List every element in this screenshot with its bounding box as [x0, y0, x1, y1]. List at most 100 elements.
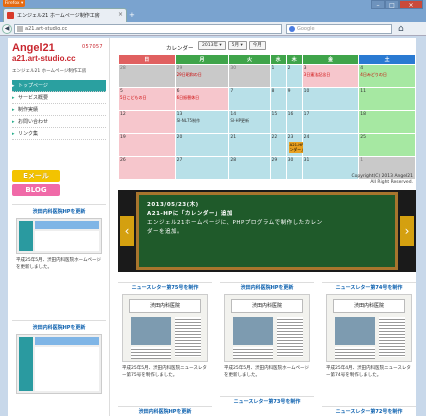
calendar-day[interactable]: 13 SI-NL75制作 [175, 111, 229, 133]
calendar-day[interactable]: 15 [270, 111, 286, 133]
slide-prev-button[interactable]: ‹ [120, 216, 134, 246]
newsletter-thumbnail[interactable]: 渋田内科医院 [326, 294, 412, 362]
close-tab-icon[interactable]: × [118, 11, 123, 18]
card-thumbnail[interactable] [16, 334, 102, 394]
new-tab-button[interactable]: + [129, 11, 135, 19]
slide-next-button[interactable]: › [400, 216, 414, 246]
menu-item-services[interactable]: サービス概要 [12, 92, 106, 104]
year-select[interactable]: 2013年 ▾ [198, 41, 226, 50]
menu-item-top[interactable]: トップページ [12, 80, 106, 92]
news-heading[interactable]: ニュースレター第72号を制作 [322, 406, 416, 416]
card-thumbnail[interactable] [16, 218, 102, 254]
calendar-day[interactable]: 18 [359, 111, 415, 133]
news-card[interactable]: ニュースレター第72号を制作 [322, 406, 416, 416]
calendar-day[interactable]: 29 29日昭和の日 [175, 65, 229, 87]
news-card[interactable]: 渋田内科医院HPを更新 [118, 406, 212, 416]
home-icon[interactable]: ⌂ [398, 24, 404, 34]
browser-tab[interactable]: エンジェル21 ホームページ制作工房 × [3, 8, 127, 22]
weekday-header: 日 [119, 55, 175, 64]
news-heading[interactable]: ニュースレター第73号を制作 [220, 396, 314, 406]
calendar-day[interactable]: 14 SI-HP更新 [229, 111, 270, 133]
day-number: 1 [360, 158, 364, 163]
calendar-day[interactable]: 12 [119, 111, 175, 133]
back-button[interactable]: ◀ [2, 24, 12, 34]
calendar-day[interactable]: 28 [229, 157, 270, 179]
this-month-button[interactable]: 今月 [248, 41, 266, 50]
news-heading[interactable]: 渋田内科医院HPを更新 [220, 282, 314, 292]
email-button[interactable]: Eメール [12, 170, 60, 182]
site-logo[interactable]: Angel21 [12, 42, 55, 54]
minimize-button[interactable]: – [371, 0, 385, 9]
day-number: 28 [230, 158, 237, 163]
calendar-day[interactable]: 20 [175, 134, 229, 156]
calendar-day[interactable]: 8 [270, 88, 286, 110]
slide-chalkboard[interactable]: 2013/05/23(木) A21-HPに「カレンダー」追加 エンジェル21ホー… [136, 192, 398, 270]
calendar-day[interactable]: 4 4日みどりの日 [359, 65, 415, 87]
site-tagline: エンジェル21 ホームページ制作工房 [12, 69, 87, 74]
calendar-day[interactable]: 22 [270, 134, 286, 156]
news-card[interactable]: ニュースレター第73号を制作 [220, 396, 314, 406]
calendar-day[interactable]: 21 [229, 134, 270, 156]
favicon-icon [7, 12, 14, 19]
blog-button[interactable]: BLOG [12, 184, 60, 196]
news-card[interactable]: ニュースレター第74号を制作 渋田内科医院 平成25年4月、渋田内科医院ニュース… [322, 282, 416, 382]
calendar-controls: 2013年 ▾ 5月 ▾ 今月 [198, 41, 266, 50]
search-placeholder: Google [297, 26, 315, 32]
calendar-day[interactable]: 29 [270, 157, 286, 179]
calendar-day[interactable]: 16 [286, 111, 302, 133]
firefox-menu-button[interactable]: Firefox ▾ [3, 0, 25, 7]
calendar-day[interactable]: 2 [286, 65, 302, 87]
calendar-day[interactable]: 23A21-HPに「カレンダー」追加 [286, 134, 323, 156]
calendar-day[interactable]: 17 [302, 111, 359, 133]
calendar-day[interactable]: 26 [119, 157, 175, 179]
calendar-day[interactable]: 9 [286, 88, 302, 110]
search-bar[interactable]: Google [286, 24, 392, 34]
close-window-button[interactable]: × [399, 0, 423, 9]
news-card[interactable]: ニュースレター第75号を制作 渋田内科医院 平成25年5月、渋田内科医院ニュース… [118, 282, 212, 382]
calendar-day[interactable]: 7 [229, 88, 270, 110]
menu-item-contact[interactable]: お問い合わせ [12, 116, 106, 128]
newsletter-thumbnail[interactable]: 渋田内科医院 [224, 294, 310, 362]
menu-item-links[interactable]: リンク集 [12, 128, 106, 140]
calendar-day[interactable]: 3 3日憲法記念日 [302, 65, 359, 87]
calendar-day[interactable]: 24 [302, 134, 359, 156]
newsletter-thumbnail[interactable]: 渋田内科医院 [122, 294, 208, 362]
maximize-button[interactable]: □ [385, 0, 399, 9]
news-slideshow: ‹ 2013/05/23(木) A21-HPに「カレンダー」追加 エンジェル21… [118, 190, 416, 272]
calendar-day[interactable]: 6 6日振替休日 [175, 88, 229, 110]
left-news-card[interactable]: 渋田内科医院HPを更新 平成25年5月、渋田内科医院ホームページを更新しました。 [12, 204, 106, 274]
calendar-day[interactable]: 10 [302, 88, 359, 110]
weekday-header: 土 [359, 55, 415, 64]
day-number: 4 [360, 66, 364, 71]
news-text: 平成25年4月、渋田内科医院ニュースレター第74号を制作しました。 [326, 366, 411, 378]
calendar-day[interactable]: 5 5日こどもの日 [119, 88, 175, 110]
calendar-day[interactable]: 1 [270, 65, 286, 87]
month-select[interactable]: 5月 ▾ [227, 41, 247, 50]
calendar-day[interactable]: 30 [229, 65, 270, 87]
menu-item-works[interactable]: 制作実績 [12, 104, 106, 116]
calendar-day[interactable]: 11 [359, 88, 415, 110]
day-number: 29 [271, 158, 278, 163]
day-number: 16 [287, 112, 294, 117]
calendar-day[interactable]: 28 [119, 65, 175, 87]
calendar-day[interactable]: 25 [359, 134, 415, 156]
calendar-day[interactable]: 30 [286, 157, 302, 179]
day-number: 20 [176, 135, 183, 140]
calendar-day[interactable]: 27 [175, 157, 229, 179]
slide-title: A21-HPに「カレンダー」追加 [147, 211, 233, 217]
address-bar[interactable]: a21.art-studio.cc [14, 24, 282, 34]
slide-date: 2013/05/23(木) [147, 202, 199, 208]
calendar-day[interactable]: 19 [119, 134, 175, 156]
card-heading[interactable]: 渋田内科医院HPを更新 [12, 321, 106, 334]
news-heading[interactable]: ニュースレター第75号を制作 [118, 282, 212, 292]
news-heading[interactable]: 渋田内科医院HPを更新 [118, 406, 212, 416]
card-heading[interactable]: 渋田内科医院HPを更新 [12, 205, 106, 218]
day-number: 28 [120, 66, 126, 71]
weekday-header: 火 [229, 55, 270, 64]
left-news-card[interactable]: 渋田内科医院HPを更新 [12, 320, 106, 394]
calendar-event: 4日みどりの日 [360, 72, 387, 77]
news-text: 平成25年5月、渋田内科医院ホームページを更新しました。 [224, 366, 309, 378]
day-number: 26 [120, 158, 126, 163]
news-card[interactable]: 渋田内科医院HPを更新 渋田内科医院 平成25年5月、渋田内科医院ホームページを… [220, 282, 314, 382]
news-heading[interactable]: ニュースレター第74号を制作 [322, 282, 416, 292]
